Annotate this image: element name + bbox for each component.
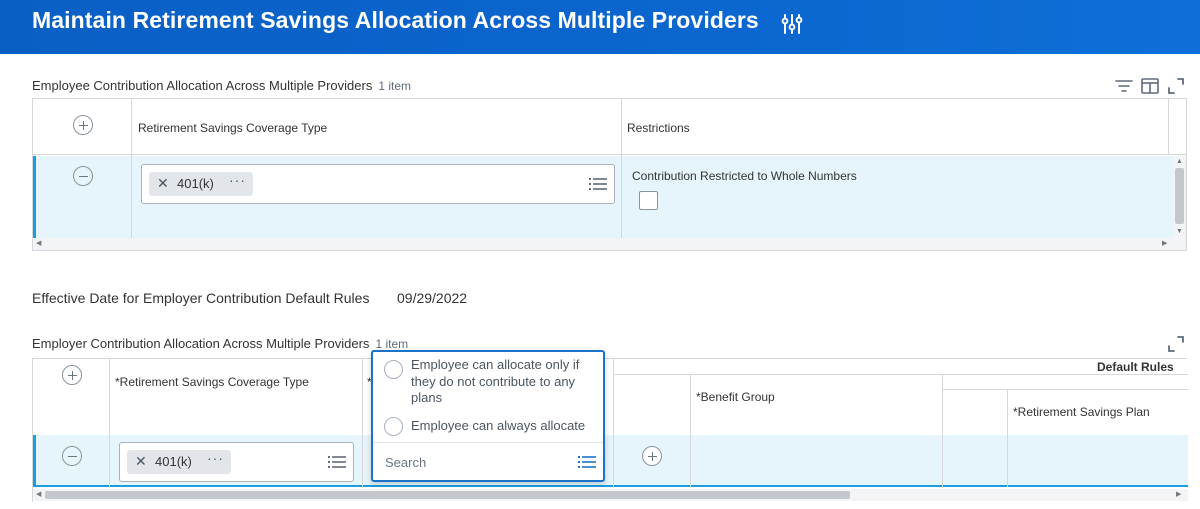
horizontal-scrollbar[interactable]: ◀ ▶ (33, 489, 1188, 501)
column-header-restrictions: Restrictions (627, 121, 690, 135)
option-radio-only-if[interactable] (384, 360, 403, 379)
column-divider (613, 435, 614, 487)
column-header-benefit-group: *Benefit Group (696, 390, 775, 404)
add-row-button[interactable] (73, 115, 93, 135)
column-divider (1007, 389, 1008, 435)
employee-allocation-grid: Retirement Savings Coverage Type Restric… (32, 98, 1187, 251)
remove-row-button[interactable] (73, 166, 93, 186)
add-default-rule-button[interactable] (642, 446, 662, 466)
subgroup-header-divider (942, 389, 1188, 390)
selected-coverage-type: 401(k) (177, 176, 214, 191)
columns-icon[interactable] (1140, 76, 1160, 96)
column-divider (362, 359, 363, 435)
scroll-down-icon[interactable]: ▼ (1176, 228, 1183, 235)
column-divider (942, 375, 943, 435)
column-divider (690, 375, 691, 435)
option-allocate-only-if[interactable]: Employee can allocate only if they do no… (411, 357, 591, 407)
column-divider (942, 435, 943, 487)
prompt-list-icon[interactable] (578, 455, 596, 469)
page-header: Maintain Retirement Savings Allocation A… (0, 0, 1200, 54)
table-row: ✕ 401(k) ··· Contribution Restricted to … (33, 156, 1173, 238)
column-header-coverage-type: *Retirement Savings Coverage Type (115, 375, 309, 389)
horizontal-scrollbar[interactable]: ◀ ▶ (33, 238, 1186, 250)
remove-row-button[interactable] (62, 446, 82, 466)
column-divider (1168, 99, 1169, 155)
more-options-icon[interactable]: ··· (207, 450, 224, 466)
employer-allocation-grid: *Retirement Savings Coverage Type * Defa… (32, 358, 1188, 502)
table-row: ✕ 401(k) ··· (33, 435, 1188, 487)
column-header-savings-plan: *Retirement Savings Plan (1013, 405, 1150, 419)
column-divider (690, 435, 691, 487)
column-divider (362, 435, 363, 487)
vertical-scrollbar[interactable]: ▲ ▼ (1173, 156, 1186, 238)
option-radio-always[interactable] (384, 417, 403, 436)
sliders-icon[interactable] (780, 12, 804, 36)
remove-selection-icon[interactable]: ✕ (157, 175, 169, 192)
expand-icon[interactable] (1166, 334, 1186, 354)
selected-item-pill: ✕ 401(k) ··· (149, 172, 253, 196)
column-divider (131, 156, 132, 238)
selected-coverage-type: 401(k) (155, 454, 192, 469)
effective-date-label: Effective Date for Employer Contribution… (32, 290, 370, 306)
column-divider (1007, 435, 1008, 487)
column-divider (613, 359, 614, 435)
prompt-list-icon[interactable] (328, 455, 346, 469)
group-header-default-rules: Default Rules (1097, 360, 1174, 374)
selected-item-pill: ✕ 401(k) ··· (127, 450, 231, 474)
remove-selection-icon[interactable]: ✕ (135, 453, 147, 470)
expand-icon[interactable] (1166, 76, 1186, 96)
scroll-left-icon[interactable]: ◀ (36, 240, 41, 247)
employer-section-title-text: Employer Contribution Allocation Across … (32, 336, 370, 351)
employee-section-title-text: Employee Contribution Allocation Across … (32, 78, 373, 93)
scroll-right-icon[interactable]: ▶ (1162, 240, 1167, 247)
scroll-right-icon[interactable]: ▶ (1176, 491, 1181, 498)
more-options-icon[interactable]: ··· (229, 172, 246, 188)
option-allocate-always[interactable]: Employee can always allocate (411, 418, 591, 435)
column-header-coverage-type: Retirement Savings Coverage Type (138, 121, 328, 135)
group-header-divider (613, 374, 1188, 375)
scroll-up-icon[interactable]: ▲ (1176, 158, 1183, 165)
employee-section-title: Employee Contribution Allocation Across … (32, 78, 411, 93)
scroll-thumb[interactable] (45, 491, 850, 499)
column-divider (621, 156, 622, 238)
column-divider (109, 359, 110, 435)
prompt-list-icon[interactable] (589, 177, 607, 191)
employer-section-title: Employer Contribution Allocation Across … (32, 336, 408, 351)
coverage-type-prompt[interactable]: ✕ 401(k) ··· (141, 164, 615, 204)
whole-numbers-checkbox[interactable] (639, 191, 658, 210)
scroll-left-icon[interactable]: ◀ (36, 491, 41, 498)
employee-item-count: 1 item (378, 79, 412, 93)
filter-icon[interactable] (1114, 76, 1134, 96)
restriction-label: Contribution Restricted to Whole Numbers (632, 169, 857, 183)
scroll-thumb[interactable] (1175, 168, 1184, 224)
employer-item-count: 1 item (375, 337, 409, 351)
coverage-type-prompt[interactable]: ✕ 401(k) ··· (119, 442, 354, 482)
effective-date-value: 09/29/2022 (397, 290, 468, 306)
dropdown-divider (373, 442, 603, 443)
allocation-option-dropdown: Employee can allocate only if they do no… (371, 350, 605, 482)
add-row-button[interactable] (62, 365, 82, 385)
search-input[interactable] (385, 453, 565, 471)
page-title: Maintain Retirement Savings Allocation A… (32, 7, 759, 33)
column-divider (109, 435, 110, 487)
